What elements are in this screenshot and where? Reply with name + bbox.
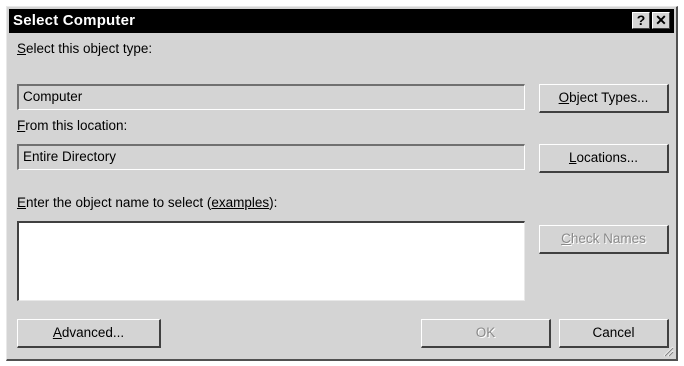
help-button[interactable]: ?: [632, 12, 650, 29]
title-bar[interactable]: Select Computer ? ✕: [9, 9, 674, 33]
cancel-button[interactable]: Cancel: [559, 319, 669, 348]
window-title: Select Computer: [13, 12, 136, 29]
check-names-button: Check Names: [539, 225, 669, 254]
object-type-label: Select this object type:: [17, 41, 153, 56]
close-button[interactable]: ✕: [652, 12, 670, 29]
select-computer-dialog: Select Computer ? ✕ Select this object t…: [6, 6, 678, 361]
location-label: From this location:: [17, 118, 128, 133]
examples-link[interactable]: examples: [211, 195, 269, 210]
object-type-field: Computer: [17, 84, 525, 110]
object-name-label: Enter the object name to select (example…: [17, 195, 278, 210]
object-name-input[interactable]: [17, 221, 525, 301]
location-field: Entire Directory: [17, 144, 525, 170]
ok-button: OK: [421, 319, 551, 348]
advanced-button[interactable]: Advanced...: [17, 319, 161, 348]
object-types-button[interactable]: Object Types...: [539, 84, 669, 113]
locations-button[interactable]: Locations...: [539, 144, 669, 173]
resize-grip-icon[interactable]: [662, 345, 674, 357]
